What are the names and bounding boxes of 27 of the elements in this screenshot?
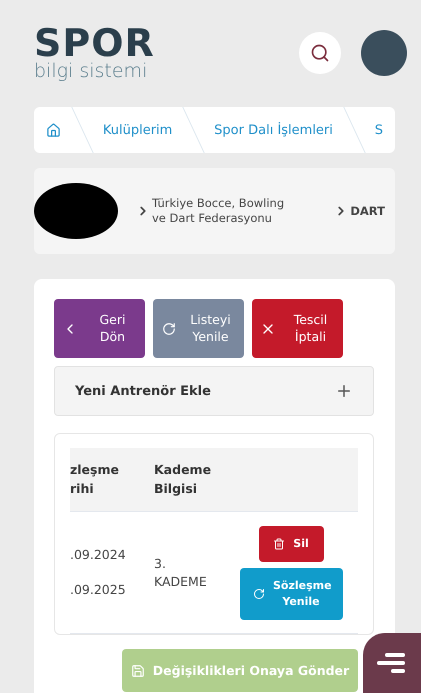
- cancel-button[interactable]: Tescil İptali: [252, 299, 343, 358]
- refresh-button[interactable]: Listeyi Yenile: [153, 299, 244, 358]
- trash-icon: [273, 538, 286, 550]
- menu-button[interactable]: [363, 633, 421, 693]
- path-label: DART: [350, 204, 385, 218]
- refresh-icon: [162, 322, 176, 336]
- table-cell-text: .09.2024 .09.2025: [70, 546, 127, 599]
- avatar-circle[interactable]: [361, 30, 407, 76]
- table-cell-text: 3. KADEME: [154, 555, 208, 590]
- path-label: Türkiye Bocce, Bowling ve Dart Federasyonu: [152, 196, 286, 226]
- delete-button[interactable]: Sil: [258, 526, 324, 562]
- home-icon: [46, 122, 61, 138]
- breadcrumb-link[interactable]: S: [362, 122, 395, 138]
- logo-subtitle: bilgi sistemi: [34, 62, 148, 81]
- plus-icon: [335, 382, 353, 400]
- column-header: zleşme rihi: [70, 460, 120, 498]
- save-icon: [130, 664, 145, 678]
- breadcrumb-link[interactable]: Spor Dalı İşlemleri: [202, 122, 345, 138]
- search-icon: [310, 42, 330, 62]
- add-coach-accordion[interactable]: Yeni Antrenör Ekle: [54, 366, 374, 416]
- refresh-icon: [253, 588, 265, 600]
- logo-title: SPOR: [34, 24, 155, 62]
- back-button[interactable]: Geri Dön: [54, 299, 145, 358]
- column-header: Kademe Bilgisi: [154, 460, 212, 498]
- renew-contract-button[interactable]: Sözleşme Yenile: [240, 568, 342, 620]
- breadcrumb-link[interactable]: Kulüplerim: [90, 122, 184, 138]
- search-button[interactable]: [299, 32, 341, 74]
